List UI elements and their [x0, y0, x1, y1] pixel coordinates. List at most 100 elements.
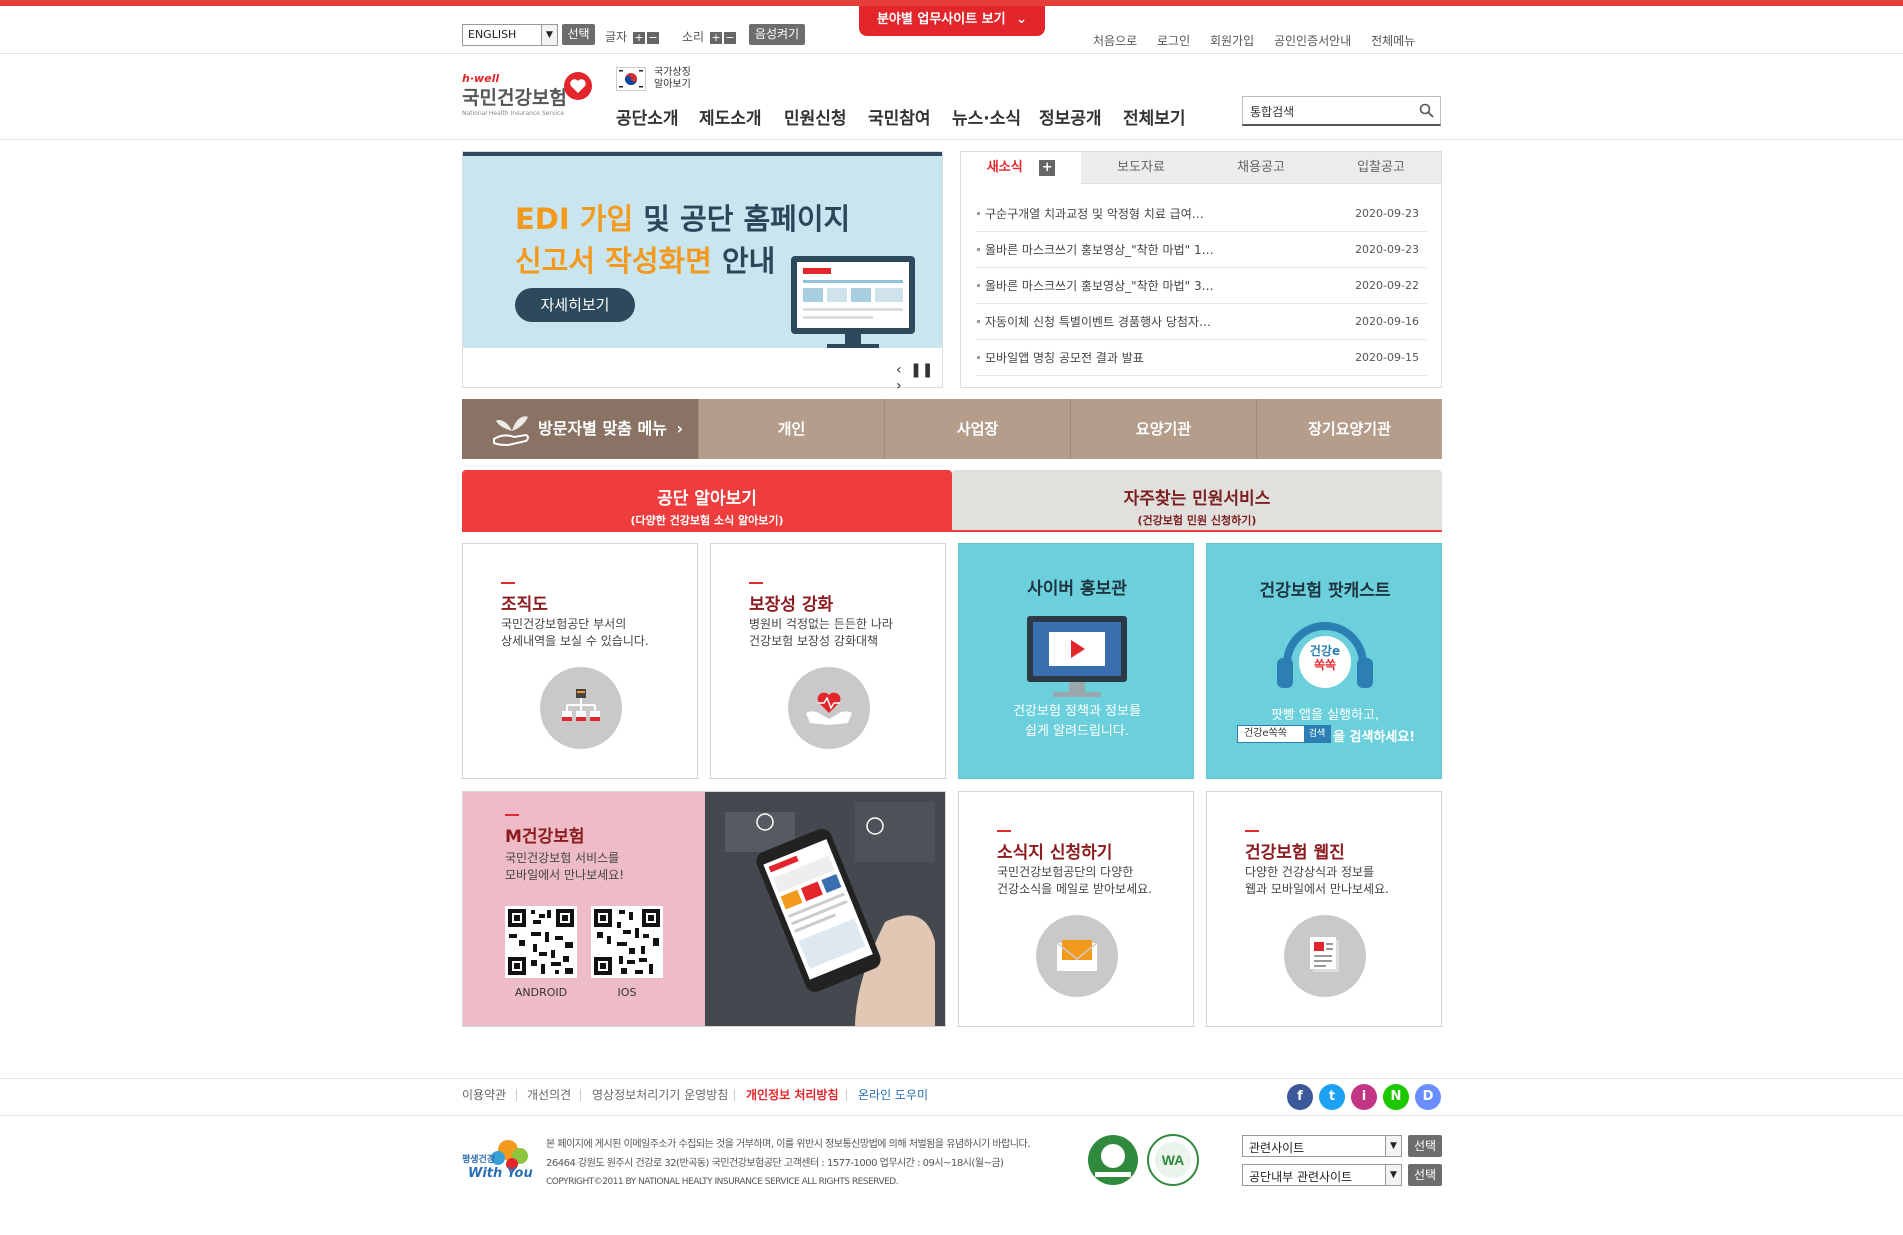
- main-banner[interactable]: EDI 가입 및 공단 홈페이지 신고서 작성화면 안내 자세히보기 ‹ ❚❚ …: [462, 151, 943, 394]
- chevron-down-icon: ▼: [1385, 1136, 1401, 1156]
- field-sites-toggle[interactable]: 분야별 업무사이트 보기 ⌄: [859, 6, 1045, 36]
- gnb-item-disclosure[interactable]: 정보공개: [1039, 104, 1102, 129]
- footer-link-terms[interactable]: 이용약관: [462, 1086, 506, 1103]
- monitor-video-icon: [1027, 616, 1127, 697]
- link-signup[interactable]: 회원가입: [1210, 34, 1254, 48]
- minus-icon[interactable]: −: [723, 31, 736, 44]
- korea-flag-icon: [616, 67, 646, 91]
- ios-qr-code[interactable]: [591, 906, 663, 978]
- link-certificate[interactable]: 공인인증서안내: [1274, 34, 1351, 48]
- card-coverage[interactable]: 보장성 강화 병원비 걱정없는 든든한 나라 건강보험 보장성 강화대책: [710, 543, 946, 779]
- twitter-icon[interactable]: t: [1319, 1084, 1345, 1110]
- footer-notice: 본 페이지에 게시된 이메일주소가 수집되는 것을 거부하며, 이를 위반시 정…: [546, 1139, 1030, 1150]
- news-item[interactable]: 올바른 마스크쓰기 홍보영상_"착한 마법" 3… 2020-09-22: [977, 268, 1427, 304]
- instagram-icon[interactable]: i: [1351, 1084, 1377, 1110]
- visitor-menu: 방문자별 맞춤 메뉴 › 개인 사업장 요양기관 장기요양기관: [462, 399, 1442, 459]
- search-input[interactable]: 통합검색: [1242, 96, 1441, 126]
- next-arrow-icon[interactable]: ›: [896, 378, 902, 394]
- sound-label: 소리: [682, 30, 705, 44]
- visitor-item-personal[interactable]: 개인: [698, 399, 884, 459]
- chevron-down-icon: ▼: [541, 25, 557, 45]
- tab-civil-service-title: 자주찾는 민원서비스: [1123, 489, 1271, 509]
- gnb-item-civil[interactable]: 민원신청: [784, 104, 847, 129]
- news-item[interactable]: 모바일앱 명칭 공모전 결과 발표 2020-09-15: [977, 340, 1427, 376]
- card-title: 건강보험 웹진: [1245, 843, 1345, 863]
- visitor-item-workplace[interactable]: 사업장: [884, 399, 1070, 459]
- android-qr-code[interactable]: [505, 906, 577, 978]
- gnb-item-all[interactable]: 전체보기: [1123, 104, 1186, 129]
- visitor-menu-title[interactable]: 방문자별 맞춤 메뉴 ›: [462, 399, 698, 459]
- podcast-logo: 건강e 쏙쏙: [1309, 644, 1341, 672]
- naver-icon[interactable]: N: [1383, 1084, 1409, 1110]
- podcast-search-field: 건강e쏙쏙 검색: [1237, 725, 1331, 743]
- footer-link-help[interactable]: 온라인 도우미: [858, 1086, 928, 1103]
- language-select[interactable]: ENGLISH ▼: [462, 24, 558, 46]
- card-webzine[interactable]: 건강보험 웹진 다양한 건강상식과 정보를 웹과 모바일에서 만나보세요.: [1206, 791, 1442, 1027]
- hand-phone-icon: [705, 792, 945, 1026]
- internal-sites-button[interactable]: 선택: [1408, 1164, 1442, 1186]
- minus-icon[interactable]: −: [646, 31, 659, 44]
- heart-hands-icon: [806, 692, 852, 725]
- heart-logo-icon: [564, 72, 592, 100]
- prev-arrow-icon[interactable]: ‹: [896, 362, 902, 378]
- gnb-item-participation[interactable]: 국민참여: [868, 104, 931, 129]
- mobile-phone-photo: [705, 792, 945, 1026]
- visitor-item-hospital[interactable]: 요양기관: [1070, 399, 1256, 459]
- search-icon[interactable]: [1419, 103, 1434, 118]
- gnb-item-about[interactable]: 공단소개: [616, 104, 679, 129]
- logo-title: 국민건강보험: [462, 87, 567, 109]
- banner-controls: ‹ ❚❚ ›: [896, 362, 942, 394]
- card-title: 건강보험 팟캐스트: [1259, 581, 1391, 601]
- page: ENGLISH ▼ 선택 글자 + − 소리 + − 음성켜기 분야별 업무사이트 …: [0, 0, 1903, 1235]
- plus-icon[interactable]: +: [632, 31, 645, 44]
- gnb-item-system[interactable]: 제도소개: [699, 104, 762, 129]
- webzine-document-icon: [1310, 937, 1339, 972]
- news-item[interactable]: 자동이체 신청 특별이벤트 경품행사 당첨자… 2020-09-16: [977, 304, 1427, 340]
- footer-divider-top: [0, 1078, 1903, 1079]
- card-desc: 건강보험 정책과 정보를 쉽게 알려드립니다.: [1013, 704, 1141, 739]
- more-plus-icon[interactable]: +: [1039, 159, 1056, 176]
- card-desc: 병원비 걱정없는 든든한 나라 건강보험 보장성 강화대책: [749, 617, 893, 648]
- language-select-button[interactable]: 선택: [562, 24, 595, 45]
- footer-link-cctv[interactable]: 영상정보처리기기 운영방침: [592, 1086, 728, 1103]
- link-home[interactable]: 처음으로: [1093, 34, 1137, 48]
- link-login[interactable]: 로그인: [1157, 34, 1190, 48]
- footer-link-privacy[interactable]: 개인정보 처리방침: [746, 1086, 839, 1103]
- banner-slide: EDI 가입 및 공단 홈페이지 신고서 작성화면 안내 자세히보기: [463, 156, 942, 348]
- tab-civil-service[interactable]: 자주찾는 민원서비스 (건강보험 민원 신청하기): [952, 470, 1442, 532]
- card-title: M건강보험: [505, 827, 585, 847]
- card-org-chart[interactable]: 조직도 국민건강보험공단 부서의 상세내역을 보실 수 있습니다.: [462, 543, 698, 779]
- tab-bid[interactable]: 입찰공고: [1321, 152, 1441, 184]
- link-all-menu[interactable]: 전체메뉴: [1371, 34, 1415, 48]
- daum-icon[interactable]: D: [1415, 1084, 1441, 1110]
- news-item[interactable]: 구순구개열 치과교정 및 악정형 치료 급여… 2020-09-23: [977, 196, 1427, 232]
- card-podcast[interactable]: 건강보험 팟캐스트 건강e 쏙쏙 팟빵 앱을 실행하고, 건강e쏙쏙 검색 을 검…: [1206, 543, 1442, 779]
- related-sites-select[interactable]: 관련사이트 ▼: [1242, 1135, 1402, 1157]
- news-item[interactable]: 올바른 마스크쓰기 홍보영상_"착한 마법" 1… 2020-09-23: [977, 232, 1427, 268]
- tab-press[interactable]: 보도자료: [1081, 152, 1201, 184]
- gnb-item-news[interactable]: 뉴스·소식: [952, 104, 1021, 129]
- card-mobile[interactable]: M건강보험 국민건강보험 서비스를 모바일에서 만나보세요! ANDROID IO…: [462, 791, 946, 1027]
- card-newsletter[interactable]: 소식지 신청하기 국민건강보험공단의 다양한 건강소식을 메일로 받아보세요.: [958, 791, 1194, 1027]
- internal-sites-select[interactable]: 공단내부 관련사이트 ▼: [1242, 1164, 1402, 1186]
- hand-sprout-icon: [493, 416, 529, 447]
- footer-copyright: COPYRIGHT©2011 BY NATIONAL HEALTY INSURA…: [546, 1177, 899, 1187]
- facebook-icon[interactable]: f: [1287, 1084, 1313, 1110]
- tab-nhis-info[interactable]: 공단 알아보기 (다양한 건강보험 소식 알아보기): [462, 470, 952, 532]
- related-sites-button[interactable]: 선택: [1408, 1135, 1442, 1157]
- footer-logo: 평생건강 With You: [462, 1134, 538, 1190]
- tab-new-news[interactable]: 새소식 +: [961, 152, 1081, 184]
- banner-detail-button[interactable]: 자세히보기: [515, 288, 635, 322]
- site-logo[interactable]: h·well 국민건강보험 National Health Insurance …: [462, 72, 592, 117]
- tab-recruit[interactable]: 채용공고: [1201, 152, 1321, 184]
- pause-icon[interactable]: ❚❚: [910, 362, 933, 378]
- plus-icon[interactable]: +: [709, 31, 722, 44]
- card-cyber-promo[interactable]: 사이버 홍보관 건강보험 정책과 정보를 쉽게 알려드립니다.: [958, 543, 1194, 779]
- top-links: 처음으로 로그인 회원가입 공인인증서안내 전체메뉴: [1085, 32, 1423, 49]
- tab-nhis-info-sub: (다양한 건강보험 소식 알아보기): [630, 514, 784, 527]
- visitor-item-longterm[interactable]: 장기요양기관: [1256, 399, 1442, 459]
- national-symbol-link[interactable]: 국가상징 알아보기: [616, 67, 691, 95]
- voice-on-button[interactable]: 음성켜기: [749, 24, 805, 45]
- card-desc: 국민건강보험공단 부서의 상세내역을 보실 수 있습니다.: [501, 617, 649, 648]
- footer-link-feedback[interactable]: 개선의견: [527, 1086, 571, 1103]
